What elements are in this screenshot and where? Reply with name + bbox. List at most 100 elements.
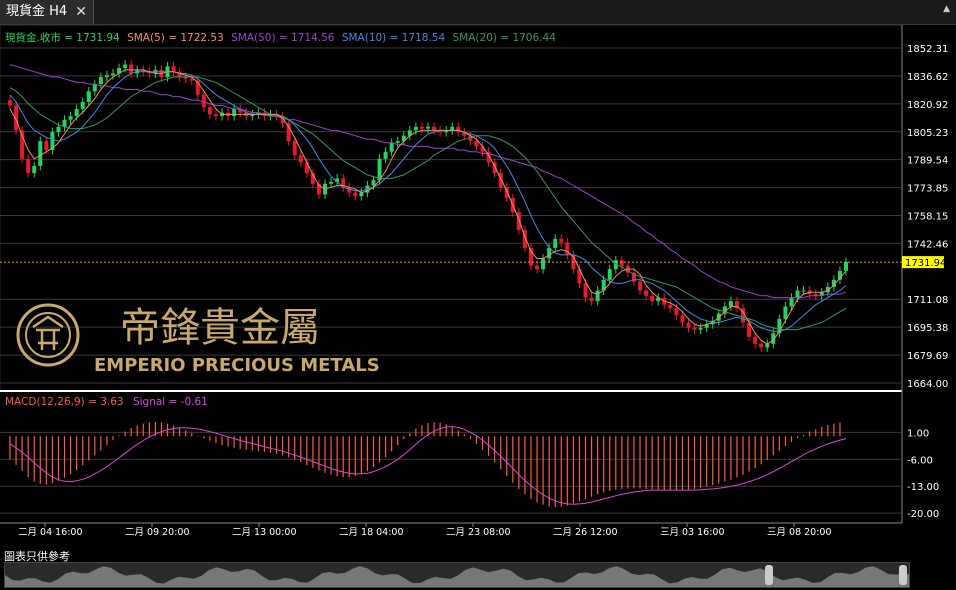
candle-body	[359, 192, 364, 197]
candle-body	[292, 141, 297, 156]
candle-body	[541, 258, 546, 270]
candle-body	[383, 151, 388, 159]
price-tick-label: 1805.23	[907, 128, 948, 139]
candle-body	[535, 265, 540, 270]
time-tick-label: 三月 08 20:00	[767, 527, 832, 538]
macd-series	[9, 422, 847, 507]
legend-signal: Signal = -0.61	[133, 396, 208, 408]
candle-body	[692, 327, 697, 330]
scrollbar-left-handle[interactable]	[765, 565, 773, 585]
candle-body	[474, 141, 479, 147]
candle-body	[353, 192, 358, 197]
candle-body	[426, 126, 430, 129]
time-tick-label: 三月 03 16:00	[660, 527, 725, 538]
price-tick-label: 1773.85	[907, 184, 948, 195]
chart-scrollbar[interactable]	[4, 562, 910, 588]
scrollbar-preview	[5, 566, 909, 587]
close-icon[interactable]: ✕	[75, 0, 87, 24]
chart-tab[interactable]: 現貨金 H4 ✕	[0, 0, 94, 24]
candle-body	[680, 315, 685, 323]
macd-tick-label: -6.00	[907, 455, 933, 466]
price-tick-label: 1836.62	[907, 72, 948, 83]
candle-body	[619, 260, 624, 266]
candle-body	[68, 116, 73, 120]
candle-body	[329, 181, 334, 184]
candle-body	[583, 283, 588, 298]
candle-body	[419, 126, 424, 129]
candle-body	[171, 66, 176, 72]
macd-tick-label: -13.00	[907, 482, 939, 493]
candle-body	[213, 114, 218, 117]
legend-sma5: SMA(5) = 1722.53	[127, 32, 224, 44]
candle-body	[753, 336, 758, 344]
macd-axis: 1.00 -6.00 -13.00 -20.00	[907, 428, 939, 520]
candle-body	[189, 78, 194, 81]
price-tick-label: 1679.69	[907, 351, 948, 362]
candle-body	[589, 297, 594, 302]
chart-tab-title: 現貨金 H4	[6, 4, 68, 19]
scrollbar-right-handle[interactable]	[899, 565, 907, 585]
candle-body	[123, 64, 128, 69]
candle-body	[801, 290, 806, 292]
price-tick-label: 1742.46	[907, 239, 948, 250]
candle-body	[413, 126, 418, 131]
candle-body	[638, 281, 643, 291]
candle-body	[674, 308, 679, 316]
candle-body	[595, 290, 600, 302]
candle-body	[304, 162, 309, 174]
candle-body	[450, 126, 455, 131]
price-legend: 現貨金.收市 = 1731.94 SMA(5) = 1722.53 SMA(50…	[5, 31, 556, 44]
candle-body	[668, 304, 673, 309]
time-tick-label: 二月 23 08:00	[446, 527, 511, 538]
candle-body	[8, 100, 12, 106]
legend-sma20: SMA(20) = 1706.44	[453, 32, 557, 44]
legend-sma50: SMA(50) = 1714.56	[231, 32, 335, 44]
time-axis: 二月 04 16:00 二月 09 20:00 二月 13 00:00 二月 18 0…	[0, 522, 902, 538]
candle-body	[377, 158, 382, 181]
candle-body	[298, 155, 303, 163]
candle-body	[32, 165, 37, 174]
tab-bar: 現貨金 H4 ✕ ▲	[0, 0, 956, 25]
macd-tick-label: 1.00	[907, 428, 929, 439]
candle-body	[395, 141, 400, 143]
candle-body	[844, 262, 848, 271]
macd-legend: MACD(12,26,9) = 3.63 Signal = -0.61	[5, 396, 208, 408]
time-tick-label: 二月 09 20:00	[125, 527, 190, 538]
candle-body	[650, 295, 655, 302]
legend-close: 現貨金.收市 = 1731.94	[5, 31, 120, 44]
candle-body	[92, 84, 97, 92]
candle-body	[795, 290, 800, 298]
candle-body	[644, 290, 649, 296]
candle-body	[104, 75, 109, 78]
candle-body	[38, 141, 43, 166]
price-tick-label: 1695.38	[907, 323, 948, 334]
candle-body	[783, 306, 788, 319]
candle-body	[44, 141, 49, 150]
candle-body	[129, 64, 134, 74]
price-tick-label: 1711.08	[907, 295, 948, 306]
window-menu-icon[interactable]: ▲	[943, 4, 950, 14]
legend-sma10: SMA(10) = 1718.54	[342, 32, 446, 44]
candle-body	[80, 101, 85, 110]
candle-body	[110, 73, 115, 76]
price-tick-label: 1820.92	[907, 100, 948, 111]
current-price-label: 1731.94	[905, 258, 946, 269]
candle-body	[207, 107, 212, 115]
brand-english-name: EMPERIO PRECIOUS METALS	[94, 355, 380, 376]
brand-chinese-name: 帝鋒貴金屬	[120, 305, 320, 351]
price-chart[interactable]: 帝鋒貴金屬 EMPERIO PRECIOUS METALS 1852.31 183…	[0, 25, 956, 547]
time-tick-label: 二月 18 04:00	[339, 527, 404, 538]
candle-body	[789, 297, 794, 307]
price-axis: 1852.31 1836.62 1820.92 1805.23 1789.54 1773.…	[907, 44, 948, 390]
candle-body	[56, 126, 61, 133]
candle-body	[26, 158, 31, 174]
candle-body	[698, 327, 703, 330]
candle-body	[559, 238, 564, 243]
price-tick-label: 1789.54	[907, 156, 948, 167]
candle-body	[686, 322, 691, 328]
candle-body	[232, 109, 237, 117]
time-tick-label: 二月 13 00:00	[232, 527, 297, 538]
price-tick-label: 1664.00	[907, 379, 948, 390]
price-tick-label: 1758.15	[907, 212, 948, 223]
signal-line	[9, 426, 847, 505]
